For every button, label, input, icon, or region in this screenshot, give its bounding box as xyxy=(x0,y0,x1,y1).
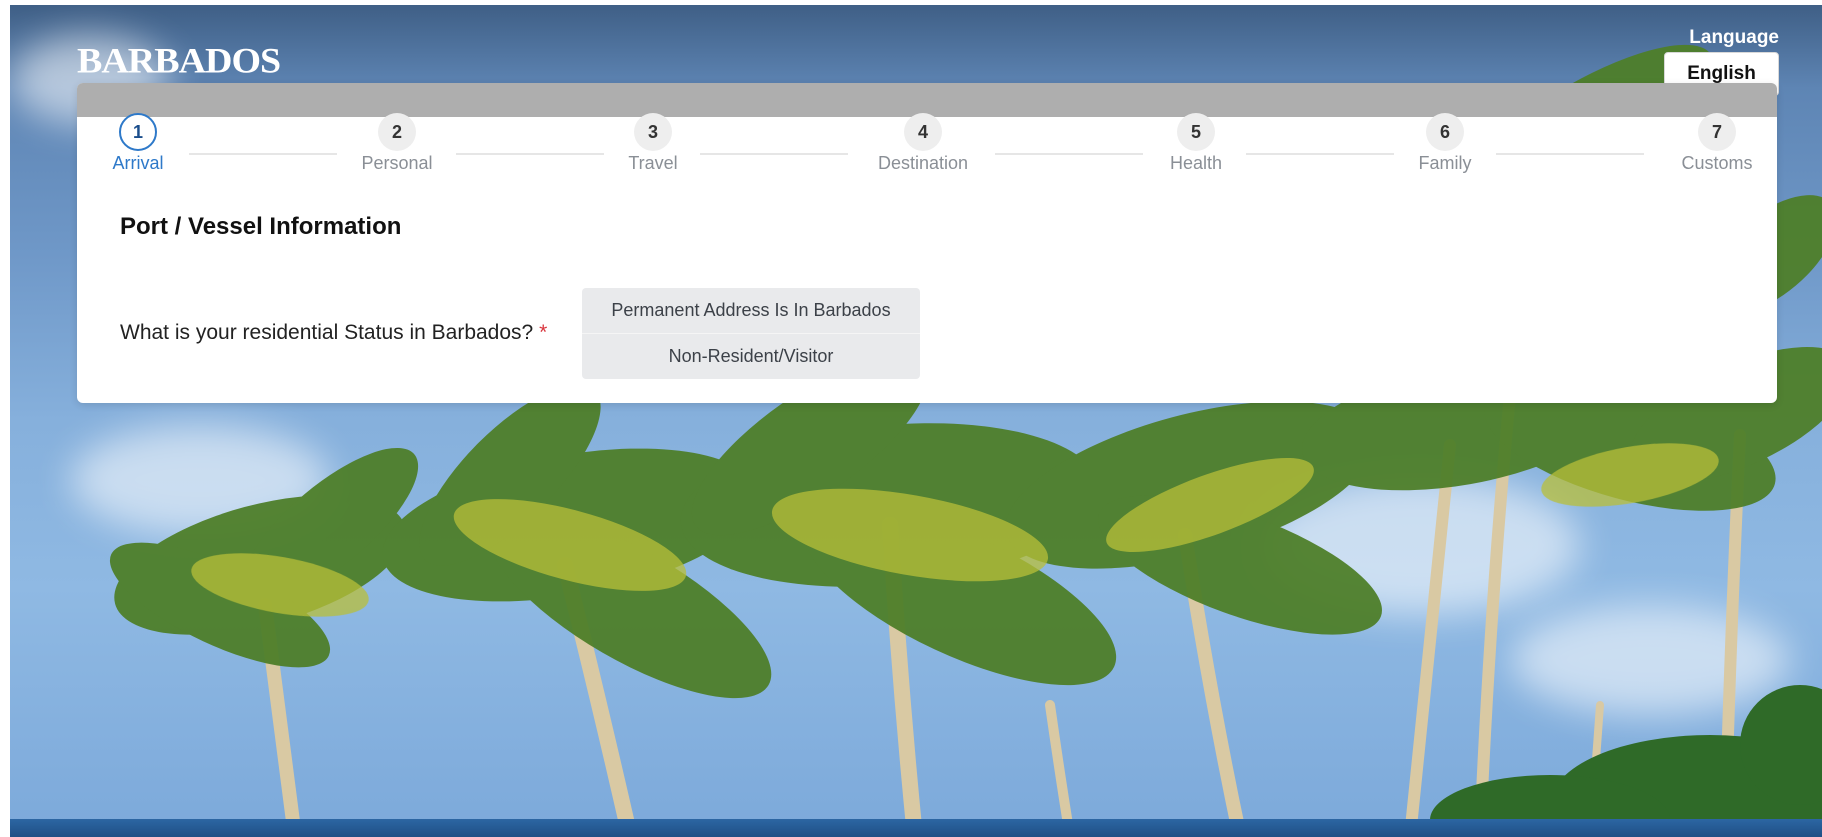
step-number: 7 xyxy=(1698,113,1736,151)
option-permanent-address[interactable]: Permanent Address Is In Barbados xyxy=(582,288,920,333)
step-label: Personal xyxy=(361,153,433,173)
page-frame: BARBADOS Language English 1 Arrival 2 Pe… xyxy=(10,5,1822,837)
step-connector xyxy=(1246,153,1394,155)
progress-stepper: 1 Arrival 2 Personal 3 Travel 4 Destinat… xyxy=(77,113,1777,183)
residential-status-question: What is your residential Status in Barba… xyxy=(120,321,547,345)
step-number: 1 xyxy=(119,113,157,151)
step-destination[interactable]: 4 Destination xyxy=(853,113,993,174)
step-travel[interactable]: 3 Travel xyxy=(583,113,723,174)
step-connector xyxy=(189,153,337,155)
step-connector xyxy=(1496,153,1644,155)
step-health[interactable]: 5 Health xyxy=(1126,113,1266,174)
step-family[interactable]: 6 Family xyxy=(1375,113,1515,174)
step-customs[interactable]: 7 Customs xyxy=(1647,113,1777,174)
step-number: 3 xyxy=(634,113,672,151)
step-number: 5 xyxy=(1177,113,1215,151)
option-non-resident-visitor[interactable]: Non-Resident/Visitor xyxy=(582,333,920,379)
step-connector xyxy=(995,153,1143,155)
card-header-bar xyxy=(77,83,1777,117)
step-label: Health xyxy=(1169,153,1223,173)
step-label: Destination xyxy=(877,153,969,173)
residential-status-options: Permanent Address Is In Barbados Non-Res… xyxy=(582,288,920,379)
step-label: Arrival xyxy=(112,153,164,173)
ocean-strip xyxy=(10,819,1822,837)
barbados-logo[interactable]: BARBADOS xyxy=(77,43,281,79)
question-text: What is your residential Status in Barba… xyxy=(120,321,534,344)
step-label: Customs xyxy=(1681,153,1753,173)
step-label: Travel xyxy=(628,153,678,173)
step-personal[interactable]: 2 Personal xyxy=(327,113,467,174)
step-connector xyxy=(456,153,604,155)
step-number: 2 xyxy=(378,113,416,151)
required-marker: * xyxy=(539,321,548,344)
form-card: 1 Arrival 2 Personal 3 Travel 4 Destinat… xyxy=(77,83,1777,403)
step-number: 6 xyxy=(1426,113,1464,151)
step-number: 4 xyxy=(904,113,942,151)
language-label: Language xyxy=(1689,27,1779,48)
step-arrival[interactable]: 1 Arrival xyxy=(77,113,208,174)
language-value: English xyxy=(1687,63,1756,84)
section-title: Port / Vessel Information xyxy=(120,213,402,240)
step-label: Family xyxy=(1418,153,1472,173)
